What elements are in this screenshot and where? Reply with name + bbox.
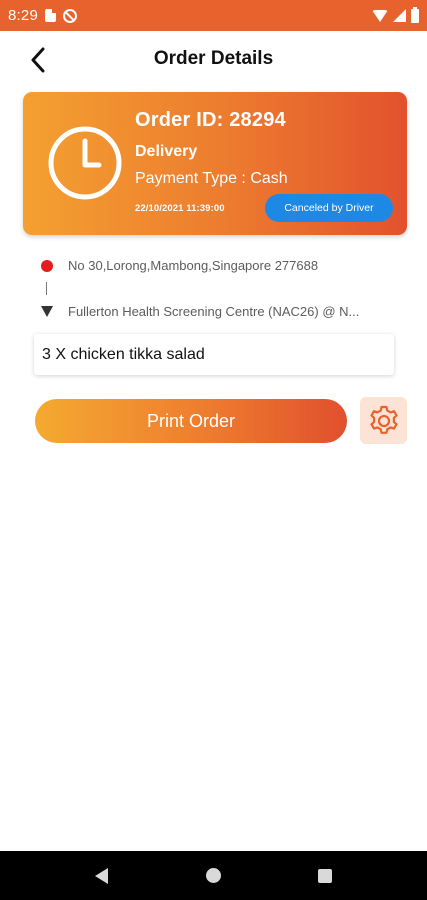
nav-home-icon[interactable] <box>206 868 221 883</box>
settings-button[interactable] <box>360 397 407 444</box>
pickup-address-row: No 30,Lorong,Mambong,Singapore 277688 <box>40 258 318 273</box>
status-right <box>372 6 419 23</box>
payment-type: Payment Type : Cash <box>135 170 288 187</box>
order-summary-card: Order ID: 28294 Delivery Payment Type : … <box>23 92 407 235</box>
sim-card-icon <box>45 9 56 22</box>
status-left: 8:29 <box>8 7 77 24</box>
app-header: Order Details <box>0 31 427 87</box>
nav-recents-icon[interactable] <box>318 869 332 883</box>
status-time: 8:29 <box>8 7 38 24</box>
dropoff-marker-icon <box>41 306 53 317</box>
page-title: Order Details <box>153 48 274 69</box>
pickup-address: No 30,Lorong,Mambong,Singapore 277688 <box>68 258 319 273</box>
order-item-text: 3 X chicken tikka salad <box>42 345 205 363</box>
order-type: Delivery <box>135 143 198 160</box>
chevron-left-icon <box>31 47 45 73</box>
battery-icon <box>411 6 419 23</box>
clock-icon <box>48 126 122 200</box>
dropoff-address: Fullerton Health Screening Centre (NAC26… <box>68 304 360 319</box>
order-datetime: 22/10/2021 11:39:00 <box>135 203 225 214</box>
pickup-marker-icon <box>41 259 53 272</box>
signal-icon <box>393 9 406 22</box>
order-id: Order ID: 28294 <box>135 109 286 131</box>
route-connector <box>46 282 47 295</box>
print-order-button[interactable]: Print Order <box>35 399 347 443</box>
print-order-label: Print Order <box>146 410 236 431</box>
status-badge: Canceled by Driver <box>265 194 393 222</box>
status-bar: 8:29 <box>0 0 427 31</box>
back-button[interactable] <box>24 45 52 75</box>
wifi-icon <box>372 9 388 22</box>
order-item: 3 X chicken tikka salad <box>34 334 394 375</box>
nav-back-icon[interactable] <box>95 868 108 884</box>
dropoff-address-row: Fullerton Health Screening Centre (NAC26… <box>40 304 359 319</box>
system-nav-bar <box>0 851 427 900</box>
gear-icon <box>369 405 398 434</box>
block-icon <box>63 8 77 23</box>
